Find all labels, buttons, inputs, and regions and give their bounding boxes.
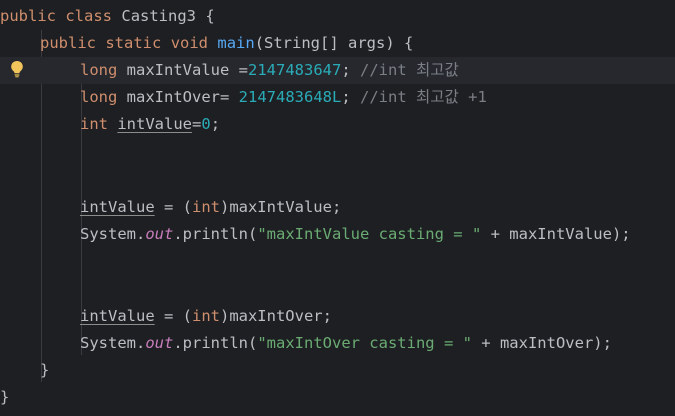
code-line-long-max-int-over[interactable]: long maxIntOver= 2147483648L; //int 최고값 … [0,84,675,111]
lightbulb-icon[interactable] [10,60,24,78]
code-line-close-method[interactable]: } [0,357,675,384]
code-editor[interactable]: public class Casting3 { public static vo… [0,0,675,416]
code-line-assign-max-int-value[interactable]: intValue = (int)maxIntValue; [0,194,675,221]
code-line-long-max-int-value[interactable]: long maxIntValue =2147483647; //int 최고값 [0,57,675,84]
code-line-println-max-int-over[interactable]: System.out.println("maxIntOver casting =… [0,330,675,357]
code-line-assign-max-int-over[interactable]: intValue = (int)maxIntOver; [0,303,675,330]
code-line-method-declaration[interactable]: public static void main(String[] args) { [0,30,675,57]
code-line-close-class[interactable]: } [0,384,675,411]
code-line-int-declaration[interactable]: int intValue=0; [0,111,675,138]
code-line-class-declaration[interactable]: public class Casting3 { [0,3,675,30]
code-line-println-max-int-value[interactable]: System.out.println("maxIntValue casting … [0,221,675,248]
